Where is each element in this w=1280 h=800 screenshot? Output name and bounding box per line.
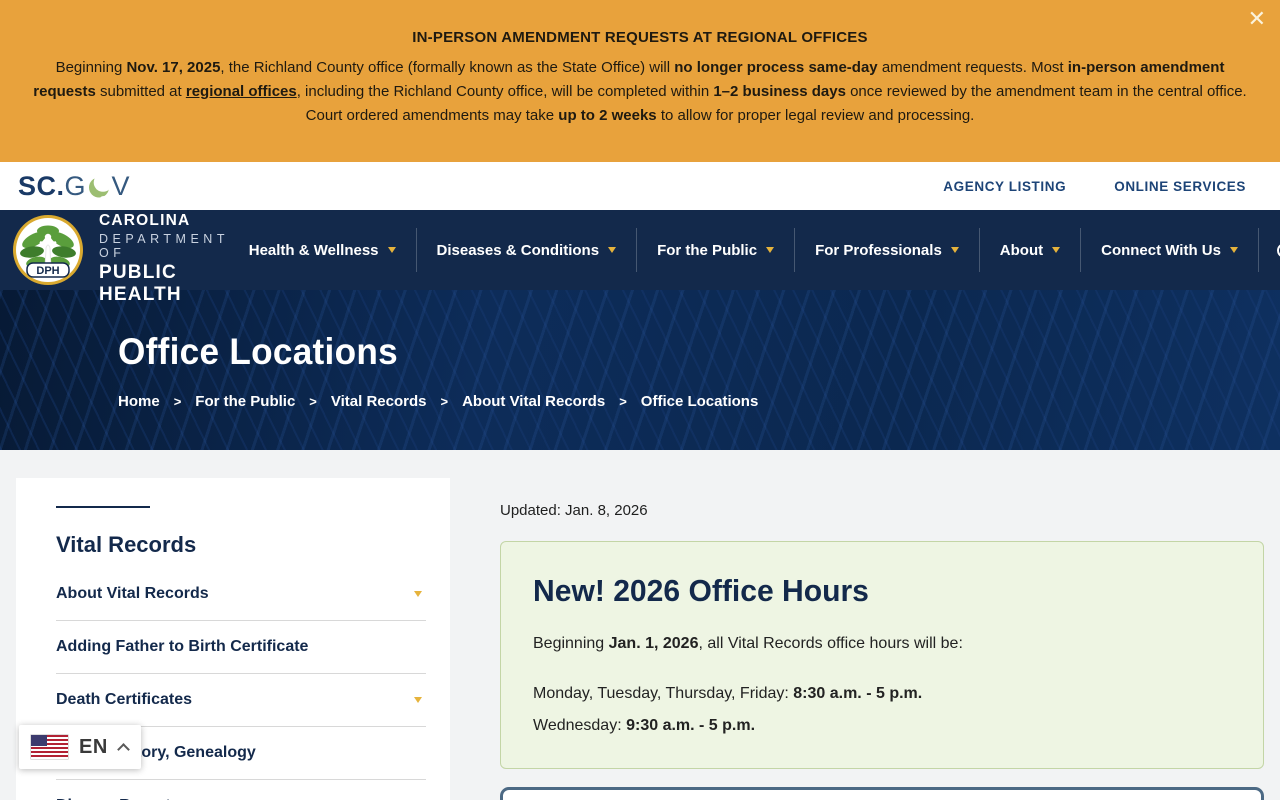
language-selector[interactable]: EN <box>19 725 141 769</box>
sidebar-title: Vital Records <box>56 532 197 557</box>
office-hours-notice: New! 2026 Office Hours Beginning Jan. 1,… <box>500 541 1264 769</box>
breadcrumb: Home > For the Public > Vital Records > … <box>118 393 1280 410</box>
office-hours-title: New! 2026 Office Hours <box>533 573 869 608</box>
breadcrumb-current-page: Office Locations <box>640 392 759 410</box>
nav-search-button[interactable] <box>1259 228 1280 272</box>
banner-body: Beginning Nov. 17, 2025, the Richland Co… <box>33 59 1247 124</box>
nav-item-diseases-conditions[interactable]: Diseases & Conditions <box>417 228 638 272</box>
nav-item-about[interactable]: About <box>980 228 1082 272</box>
topbar-links: AGENCY LISTING ONLINE SERVICES <box>943 179 1246 194</box>
info-box-partial <box>500 787 1264 800</box>
chevron-down-icon[interactable] <box>414 697 422 703</box>
chevron-down-icon <box>608 247 617 253</box>
breadcrumb-for-the-public[interactable]: For the Public <box>195 393 295 410</box>
nav-menu: Health & Wellness Diseases & Conditions … <box>229 228 1280 272</box>
breadcrumb-separator: > <box>440 393 449 409</box>
chevron-down-icon <box>1229 247 1238 253</box>
office-hours-intro: Beginning Jan. 1, 2026, all Vital Record… <box>533 635 963 652</box>
online-services-link[interactable]: ONLINE SERVICES <box>1114 179 1246 194</box>
sidebar-item-adding-father[interactable]: Adding Father to Birth Certificate <box>56 621 426 674</box>
svg-text:DPH: DPH <box>36 265 59 277</box>
close-icon[interactable]: ✕ <box>1248 8 1266 30</box>
page-hero: Office Locations Home > For the Public >… <box>0 290 1280 450</box>
updated-date: Updated: Jan. 8, 2026 <box>500 502 648 519</box>
dph-logo-icon: DPH <box>13 215 83 285</box>
breadcrumb-about-vital-records[interactable]: About Vital Records <box>462 393 605 410</box>
notice-banner: ✕ IN-PERSON AMENDMENT REQUESTS AT REGION… <box>0 0 1280 162</box>
chevron-down-icon <box>387 247 396 253</box>
page-title: Office Locations <box>118 330 398 372</box>
sidebar-item-divorce-reports[interactable]: Divorce Reports <box>56 780 426 800</box>
main-content: Updated: Jan. 8, 2026 New! 2026 Office H… <box>500 478 1264 800</box>
breadcrumb-vital-records[interactable]: Vital Records <box>331 393 427 410</box>
breadcrumb-separator: > <box>619 393 627 409</box>
office-hours-wednesday: Wednesday: 9:30 a.m. - 5 p.m. <box>533 717 756 734</box>
chevron-down-icon <box>1052 247 1061 253</box>
breadcrumb-separator: > <box>173 393 182 409</box>
dph-home-link[interactable]: DPH SOUTH CAROLINA DEPARTMENT OF PUBLIC … <box>12 194 229 306</box>
content-area: Vital Records About Vital Records Adding… <box>0 450 1280 800</box>
chevron-up-icon <box>116 742 130 756</box>
office-hours-weekdays: Monday, Tuesday, Thursday, Friday: 8:30 … <box>533 685 923 702</box>
banner-title: IN-PERSON AMENDMENT REQUESTS AT REGIONAL… <box>412 29 868 46</box>
sidebar-rule <box>56 506 150 508</box>
chevron-down-icon <box>766 247 775 253</box>
nav-item-for-the-public[interactable]: For the Public <box>637 228 796 272</box>
nav-item-health-wellness[interactable]: Health & Wellness <box>229 228 417 272</box>
chevron-down-icon <box>950 247 959 253</box>
nav-item-connect-with-us[interactable]: Connect With Us <box>1081 228 1259 272</box>
nav-item-for-professionals[interactable]: For Professionals <box>795 228 980 272</box>
breadcrumb-separator: > <box>309 393 317 409</box>
language-code: EN <box>79 735 108 758</box>
sidebar-item-about-vital-records[interactable]: About Vital Records <box>56 568 426 621</box>
main-navigation: DPH SOUTH CAROLINA DEPARTMENT OF PUBLIC … <box>0 194 1280 305</box>
sidebar-item-death-certificates[interactable]: Death Certificates <box>56 674 426 727</box>
chevron-down-icon[interactable] <box>414 591 422 597</box>
brand-wordmark: SOUTH CAROLINA DEPARTMENT OF PUBLIC HEAL… <box>99 194 229 305</box>
us-flag-icon <box>31 735 68 759</box>
agency-listing-link[interactable]: AGENCY LISTING <box>943 179 1066 194</box>
breadcrumb-home[interactable]: Home <box>118 393 160 410</box>
